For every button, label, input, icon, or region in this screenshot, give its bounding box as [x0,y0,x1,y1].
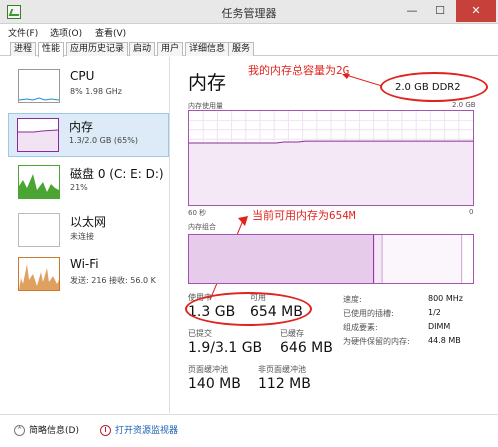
usage-chart-max: 2.0 GB [452,101,476,109]
performance-sidebar: CPU 8% 1.98 GHz 内存 1.3/2.0 GB (65%) 磁盘 0… [0,57,170,413]
usage-chart-time-left: 60 秒 [188,209,207,217]
title-bar: 任务管理器 — ☐ ✕ [0,0,498,24]
memory-composition-chart [188,234,474,284]
tab-bar: 进程 性能 应用历史记录 启动 用户 详细信息 服务 [0,40,498,57]
sidebar-item-memory[interactable]: 内存 1.3/2.0 GB (65%) [8,113,169,157]
annotation-available-now: 当前可用内存为654M [252,209,356,222]
sidebar-item-detail: 21% [70,183,88,192]
sidebar-item-label: 内存 [69,120,94,134]
composition-in-use [189,235,374,283]
menu-view[interactable]: 查看(V) [95,26,126,39]
sidebar-item-label: 以太网 [70,215,107,229]
maximize-button[interactable]: ☐ [426,0,454,22]
tab-app-history[interactable]: 应用历史记录 [66,42,129,56]
memory-usage-chart [188,110,474,206]
composition-standby [382,235,462,283]
usage-chart-svg [189,111,473,205]
composition-chart-svg [189,235,463,283]
ethernet-thumbnail [18,213,60,247]
fewer-details-button[interactable]: ˄ 简略信息(D) [14,423,79,436]
menu-file[interactable]: 文件(F) [8,26,38,39]
sidebar-item-detail: 1.3/2.0 GB (65%) [69,136,138,145]
cpu-thumbnail [18,69,60,103]
footer-bar: ˄ 简略信息(D) 打开资源监视器 [0,414,498,447]
committed-value: 1.9/3.1 GB [188,340,263,356]
sidebar-item-detail: 未连接 [70,232,94,241]
sidebar-item-detail: 8% 1.98 GHz [70,87,123,96]
spec-speed-value: 800 MHz [428,294,463,303]
tab-services[interactable]: 服务 [228,42,255,56]
nonpaged-pool-value: 112 MB [258,376,311,392]
usage-area [189,141,473,205]
composition-modified [373,235,383,283]
wifi-thumbnail [18,257,60,291]
paged-pool-label: 页面缓冲池 [188,365,228,374]
chevron-up-icon: ˄ [14,425,25,436]
sidebar-item-wifi[interactable]: Wi-Fi 发送: 216 接收: 56.0 K [10,253,170,297]
committed-label: 已提交 [188,329,212,338]
sidebar-item-label: Wi-Fi [70,257,99,271]
annotation-arrow-capacity [342,74,383,87]
menu-bar: 文件(F) 选项(O) 查看(V) [0,24,498,40]
spec-reserved-key: 为硬件保留的内存: [343,337,410,346]
tab-startup[interactable]: 启动 [129,42,156,56]
resource-monitor-icon [100,425,111,436]
spec-form-factor-value: DIMM [428,322,451,331]
tab-users[interactable]: 用户 [157,42,184,56]
spec-slots-key: 已使用的插槽: [343,309,394,318]
nonpaged-pool-label: 非页面缓冲池 [258,365,306,374]
fewer-details-label: 简略信息(D) [29,426,79,436]
cached-label: 已缓存 [280,329,304,338]
sidebar-item-ethernet[interactable]: 以太网 未连接 [10,209,170,253]
open-resource-monitor-link[interactable]: 打开资源监视器 [100,423,178,436]
spec-slots-value: 1/2 [428,308,441,317]
page-title: 内存 [188,72,227,94]
menu-options[interactable]: 选项(O) [50,26,82,39]
spec-speed-key: 速度: [343,295,362,304]
tab-processes[interactable]: 进程 [10,42,37,56]
annotation-ellipse-memory [185,292,312,326]
usage-chart-time-right: 0 [469,208,474,216]
cached-value: 646 MB [280,340,333,356]
disk-thumbnail [18,165,60,199]
annotation-total-capacity: 我的内存总容量为2G [248,64,350,77]
open-resource-monitor-label: 打开资源监视器 [115,426,179,436]
sidebar-item-cpu[interactable]: CPU 8% 1.98 GHz [10,65,170,109]
tab-performance[interactable]: 性能 [38,42,65,57]
annotation-ellipse-capacity [380,72,488,102]
sidebar-item-label: 磁盘 0 (C: E: D:) [70,167,164,181]
close-button[interactable]: ✕ [456,0,496,22]
spec-reserved-value: 44.8 MB [428,336,461,345]
minimize-button[interactable]: — [398,0,426,22]
paged-pool-value: 140 MB [188,376,241,392]
sidebar-item-disk[interactable]: 磁盘 0 (C: E: D:) 21% [10,161,170,205]
sidebar-item-detail: 发送: 216 接收: 56.0 K [70,276,156,285]
tab-details[interactable]: 详细信息 [185,42,230,56]
spec-form-factor-key: 组成要素: [343,323,378,332]
memory-thumbnail [17,118,59,152]
sidebar-item-label: CPU [70,69,95,83]
composition-chart-label: 内存组合 [188,223,216,231]
